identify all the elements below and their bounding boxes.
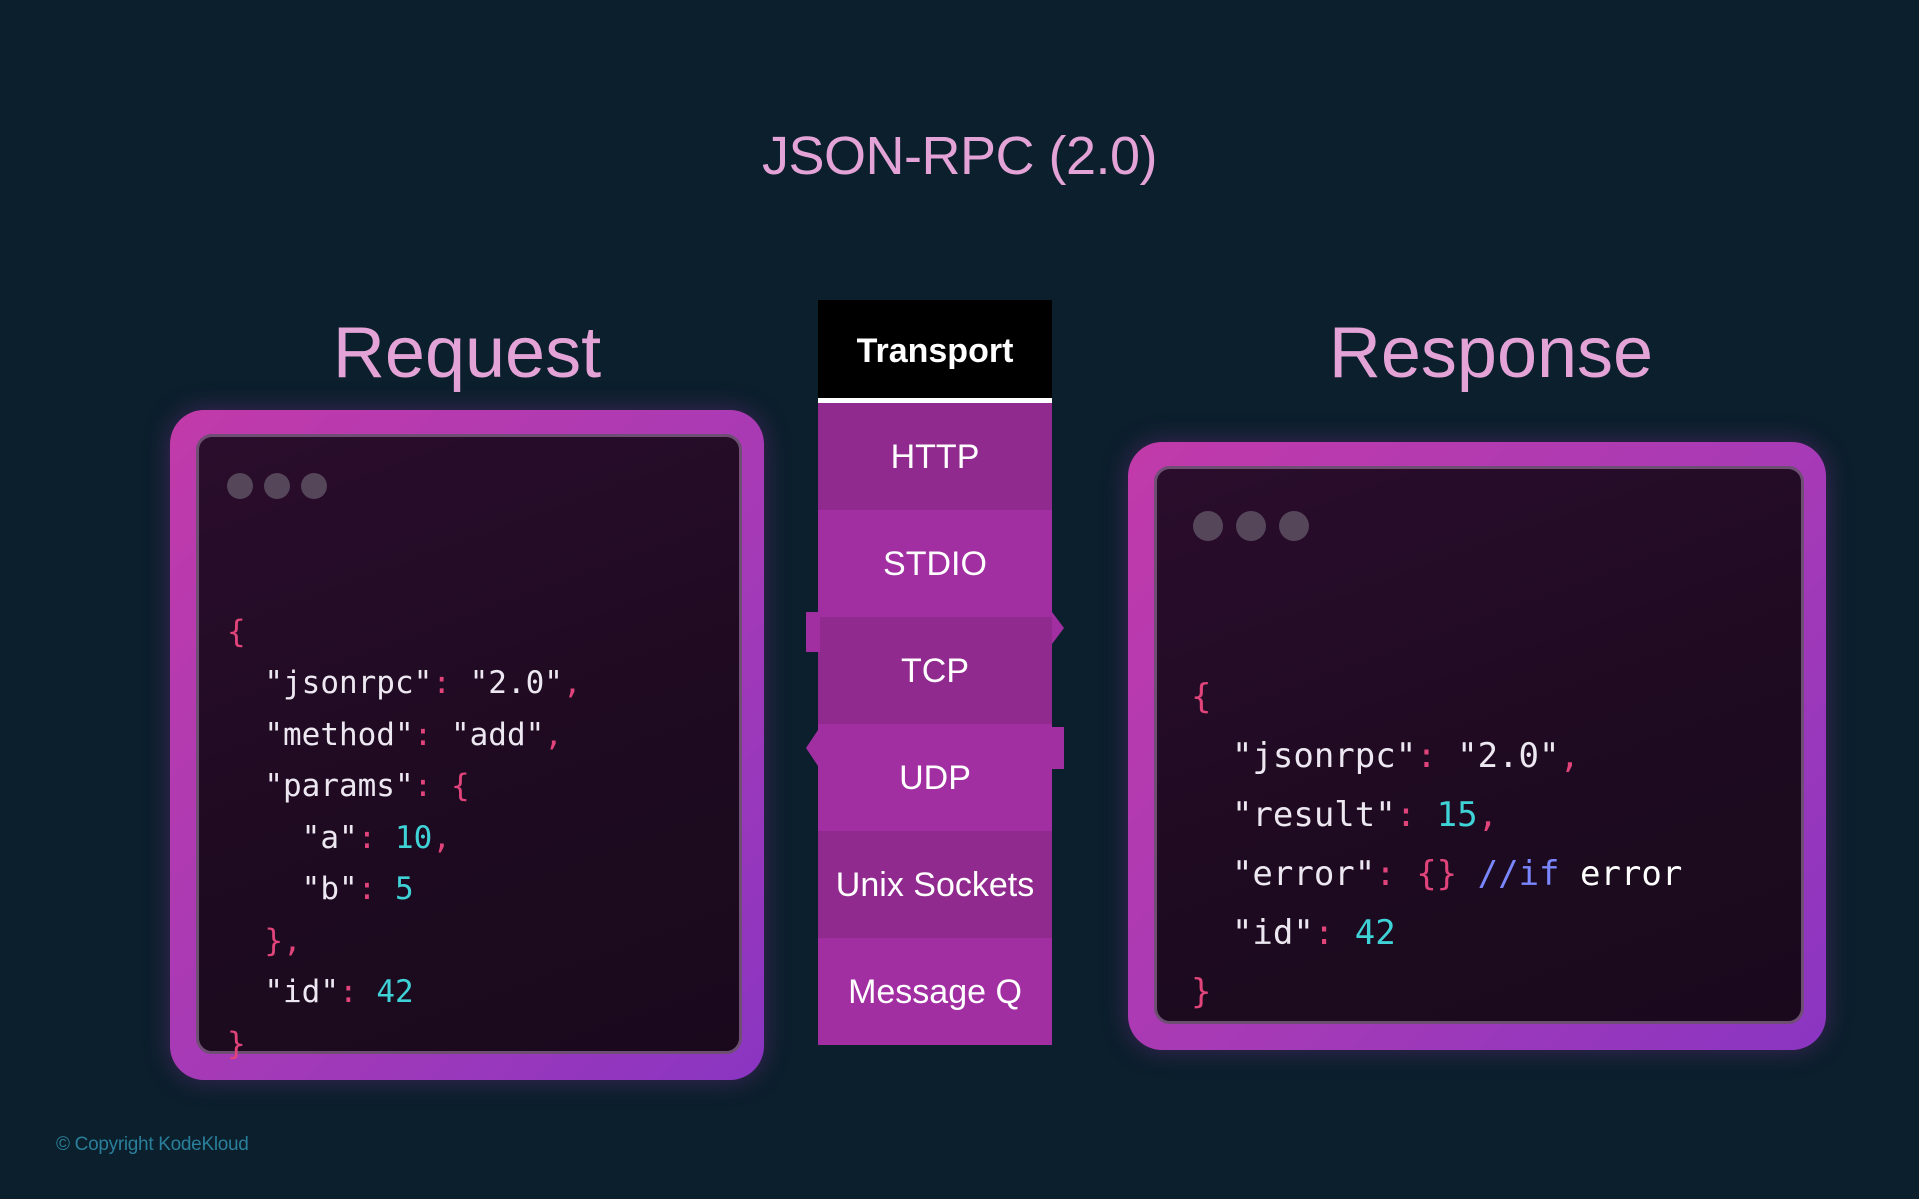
code-comment: //if	[1457, 854, 1560, 894]
code-empty-object: {}	[1416, 854, 1458, 894]
window-dot-icon	[301, 473, 327, 499]
code-key: "result"	[1231, 795, 1396, 835]
close-brace: }	[227, 1025, 246, 1062]
open-brace: {	[450, 768, 470, 804]
response-code-frame: { "jsonrpc": "2.0", "result": 15, "error…	[1128, 442, 1826, 1050]
window-dot-icon	[1279, 511, 1309, 541]
code-key: "error"	[1231, 854, 1376, 894]
code-line: "method": "add",	[227, 710, 582, 762]
window-dot-icon	[1193, 511, 1223, 541]
code-line: "b": 5	[227, 864, 582, 916]
code-number: 42	[1354, 913, 1396, 953]
code-line: }	[227, 1019, 582, 1071]
code-comma: ,	[562, 665, 582, 701]
code-key: "method"	[264, 716, 414, 753]
code-line: },	[227, 916, 582, 968]
code-key: "params"	[264, 768, 414, 804]
code-line: }	[1191, 963, 1682, 1022]
code-comma: ,	[544, 716, 563, 753]
transport-item-stdio: STDIO	[818, 510, 1052, 617]
window-dot-icon	[227, 473, 253, 499]
code-colon: :	[432, 665, 470, 701]
code-line: "error": {} //if error	[1191, 845, 1682, 904]
code-string: "2.0"	[469, 665, 563, 701]
code-colon: :	[1313, 913, 1355, 953]
request-code-frame: { "jsonrpc": "2.0", "method": "add", "pa…	[170, 410, 764, 1080]
slide-title: JSON-RPC (2.0)	[761, 126, 1158, 186]
arrow-tail-icon	[806, 612, 820, 652]
close-brace: },	[264, 922, 302, 959]
code-colon: :	[357, 871, 395, 907]
code-line: "params": {	[227, 761, 582, 813]
request-heading: Request	[332, 313, 602, 393]
open-brace: {	[1191, 677, 1212, 717]
code-key: "b"	[301, 871, 358, 907]
window-dot-icon	[264, 473, 290, 499]
response-code-window: { "jsonrpc": "2.0", "result": 15, "error…	[1154, 466, 1804, 1024]
code-colon: :	[413, 716, 451, 753]
window-dot-icon	[1236, 511, 1266, 541]
code-comma: ,	[1477, 795, 1499, 835]
code-line: "id": 42	[1191, 904, 1682, 963]
code-colon: :	[338, 974, 377, 1010]
code-line: "id": 42	[227, 967, 582, 1019]
code-comma: ,	[432, 819, 451, 856]
code-line: "result": 15,	[1191, 786, 1682, 845]
arrow-head-right-icon	[1052, 612, 1064, 644]
code-key: "id"	[264, 974, 339, 1010]
code-comma: ,	[1559, 736, 1580, 776]
code-colon: :	[1375, 854, 1417, 894]
code-line: "jsonrpc": "2.0",	[1191, 727, 1682, 786]
code-key: "jsonrpc"	[1231, 736, 1417, 776]
window-controls	[1193, 511, 1309, 541]
code-key: "id"	[1231, 913, 1314, 953]
copyright-notice: © Copyright KodeKloud	[56, 1134, 249, 1155]
code-colon: :	[357, 819, 395, 856]
arrow-tail-icon	[1052, 727, 1064, 769]
code-number: 15	[1436, 795, 1478, 835]
code-line: {	[1191, 668, 1682, 727]
code-colon: :	[1395, 795, 1437, 835]
transport-item-http: HTTP	[818, 403, 1052, 510]
code-line: {	[227, 607, 582, 659]
transport-header: Transport	[818, 300, 1052, 403]
response-code-block: { "jsonrpc": "2.0", "result": 15, "error…	[1191, 609, 1682, 1022]
code-comment-word: error	[1559, 854, 1683, 894]
code-number: 42	[376, 974, 414, 1010]
code-key: "a"	[301, 819, 358, 856]
request-code-block: { "jsonrpc": "2.0", "method": "add", "pa…	[227, 555, 582, 1070]
code-key: "jsonrpc"	[264, 665, 433, 701]
request-code-window: { "jsonrpc": "2.0", "method": "add", "pa…	[196, 434, 742, 1062]
code-line: "a": 10,	[227, 813, 582, 865]
transport-item-unix-sockets: Unix Sockets	[818, 831, 1052, 938]
code-colon: :	[413, 768, 451, 804]
transport-item-udp: UDP	[818, 724, 1052, 831]
transport-item-tcp: TCP	[818, 617, 1052, 724]
code-number: 5	[394, 871, 414, 907]
response-heading: Response	[1328, 313, 1654, 393]
code-string: "2.0"	[1457, 736, 1560, 776]
code-string: "add"	[450, 716, 545, 753]
arrow-head-left-icon	[806, 730, 818, 766]
code-number: 10	[394, 819, 433, 856]
window-controls	[227, 473, 327, 499]
code-colon: :	[1416, 736, 1458, 776]
transport-item-message-q: Message Q	[818, 938, 1052, 1045]
transport-stack: Transport HTTP STDIO TCP UDP Unix Socket…	[818, 300, 1052, 1045]
code-line: "jsonrpc": "2.0",	[227, 658, 582, 710]
close-brace: }	[1191, 972, 1212, 1012]
open-brace: {	[227, 613, 246, 650]
